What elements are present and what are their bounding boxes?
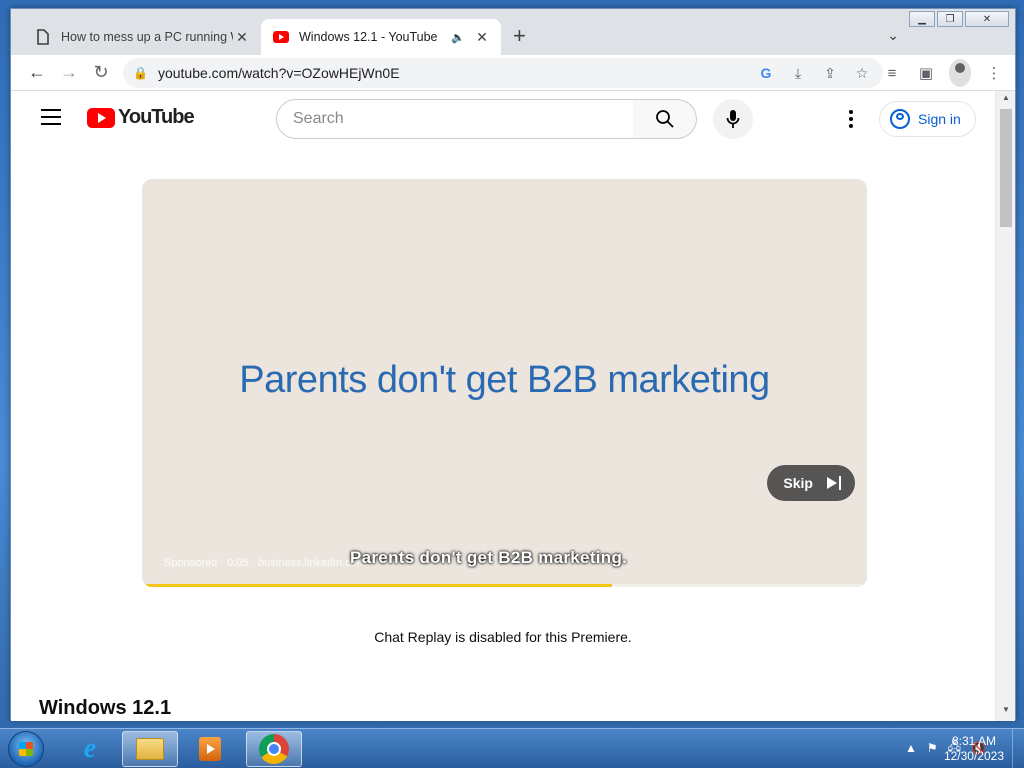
side-panel-icon[interactable]: ▣: [915, 59, 937, 87]
page-content: YouTube Sign in Parents don't get B2B ma…: [11, 91, 995, 721]
youtube-logo-text: YouTube: [118, 106, 195, 128]
skip-label: Skip: [783, 475, 813, 491]
window-controls: ▁ ❐ ✕: [907, 11, 1009, 27]
youtube-play-icon: [87, 107, 115, 128]
action-center-flag-icon[interactable]: ⚑: [927, 741, 938, 755]
google-lens-icon[interactable]: G: [757, 65, 775, 82]
taskbar-ie[interactable]: e: [62, 731, 118, 767]
clock-time: 8:31 AM: [951, 734, 996, 748]
tab-title: How to mess up a PC running Wi: [61, 30, 233, 44]
chrome-icon: [259, 734, 289, 764]
browser-toolbar: ← → ↻ 🔒 youtube.com/watch?v=OZowHEjWn0E …: [11, 55, 1015, 91]
scroll-down-icon[interactable]: ▼: [996, 705, 1016, 719]
hamburger-menu-icon[interactable]: [41, 109, 61, 125]
internet-explorer-icon: e: [83, 733, 97, 764]
youtube-icon: [273, 29, 289, 45]
skip-ad-button[interactable]: Skip: [767, 465, 855, 501]
tab-strip: How to mess up a PC running Wi ✕ Windows…: [11, 9, 1015, 55]
blank-page-icon: [35, 29, 51, 45]
minimize-button[interactable]: ▁: [909, 11, 935, 27]
sign-in-button[interactable]: Sign in: [879, 101, 976, 137]
start-button[interactable]: [8, 731, 44, 767]
ad-progress-fill: [146, 584, 613, 587]
page-scrollbar[interactable]: ▲ ▼: [995, 91, 1015, 721]
youtube-logo[interactable]: YouTube: [87, 106, 195, 129]
settings-more-icon[interactable]: [841, 107, 861, 131]
tab-search-icon[interactable]: ⌄: [887, 27, 899, 44]
youtube-header: YouTube Sign in: [11, 91, 995, 147]
taskbar-chrome[interactable]: [246, 731, 302, 767]
lock-icon[interactable]: 🔒: [133, 66, 148, 80]
tab-youtube[interactable]: Windows 12.1 - YouTube 🔈 ✕: [261, 19, 501, 55]
ad-info-text[interactable]: Sponsored · 0:05 · business.linkedin.com: [164, 557, 366, 569]
menu-kebab-icon[interactable]: ⋮: [983, 59, 1005, 87]
ad-progress-bar[interactable]: [146, 584, 863, 587]
video-player[interactable]: Parents don't get B2B marketing Skip Spo…: [142, 179, 867, 587]
url-text[interactable]: youtube.com/watch?v=OZowHEjWn0E: [158, 65, 757, 81]
close-tab-icon[interactable]: ✕: [233, 29, 251, 46]
tab-how-to-mess-up[interactable]: How to mess up a PC running Wi ✕: [23, 19, 261, 55]
taskbar-media-player[interactable]: [182, 731, 238, 767]
show-hidden-icons-icon[interactable]: ▲: [905, 741, 917, 755]
clock[interactable]: 8:31 AM 12/30/2023: [944, 734, 1004, 764]
windows-logo-icon: [19, 742, 33, 756]
video-caption: Parents don't get B2B marketing.: [350, 548, 628, 567]
reload-button[interactable]: ↻: [85, 57, 117, 89]
clock-date: 12/30/2023: [943, 749, 1004, 763]
tab-title: Windows 12.1 - YouTube: [299, 30, 438, 44]
media-player-icon: [199, 737, 221, 761]
forward-button[interactable]: →: [53, 57, 85, 89]
folder-icon: [136, 738, 164, 760]
close-tab-icon[interactable]: ✕: [473, 29, 491, 46]
bookmark-star-icon[interactable]: ☆: [853, 65, 871, 82]
share-icon[interactable]: ⇪: [821, 65, 839, 82]
profile-avatar[interactable]: [949, 59, 971, 87]
back-button[interactable]: ←: [21, 57, 53, 89]
voice-search-button[interactable]: [713, 99, 753, 139]
new-tab-button[interactable]: +: [513, 25, 526, 47]
windows-taskbar: e ▲ ⚑ 🖧 🔇 8:31 AM 12/30/2023: [0, 728, 1024, 768]
scroll-thumb[interactable]: [1000, 109, 1012, 227]
account-circle-icon: [890, 109, 910, 129]
search-icon: [655, 110, 674, 128]
video-title: Windows 12.1: [39, 697, 172, 719]
address-bar[interactable]: 🔒 youtube.com/watch?v=OZowHEjWn0E G ⤓ ⇪ …: [123, 58, 883, 88]
ad-headline: Parents don't get B2B marketing: [239, 359, 770, 401]
install-app-icon[interactable]: ⤓: [789, 65, 807, 82]
skip-next-icon: [827, 476, 841, 490]
media-control-icon[interactable]: ≡: [881, 59, 903, 87]
close-window-button[interactable]: ✕: [965, 11, 1009, 27]
show-desktop-button[interactable]: [1012, 729, 1024, 768]
search-button[interactable]: [633, 99, 697, 139]
search-input[interactable]: [293, 110, 633, 128]
speaker-icon[interactable]: 🔈: [451, 31, 467, 44]
taskbar-explorer[interactable]: [122, 731, 178, 767]
sign-in-label: Sign in: [918, 111, 961, 127]
chrome-window: How to mess up a PC running Wi ✕ Windows…: [10, 8, 1016, 721]
chat-replay-notice: Chat Replay is disabled for this Premier…: [374, 629, 632, 645]
microphone-icon: [726, 110, 740, 128]
scroll-up-icon[interactable]: ▲: [996, 93, 1016, 107]
maximize-button[interactable]: ❐: [937, 11, 963, 27]
search-field[interactable]: [276, 99, 634, 139]
